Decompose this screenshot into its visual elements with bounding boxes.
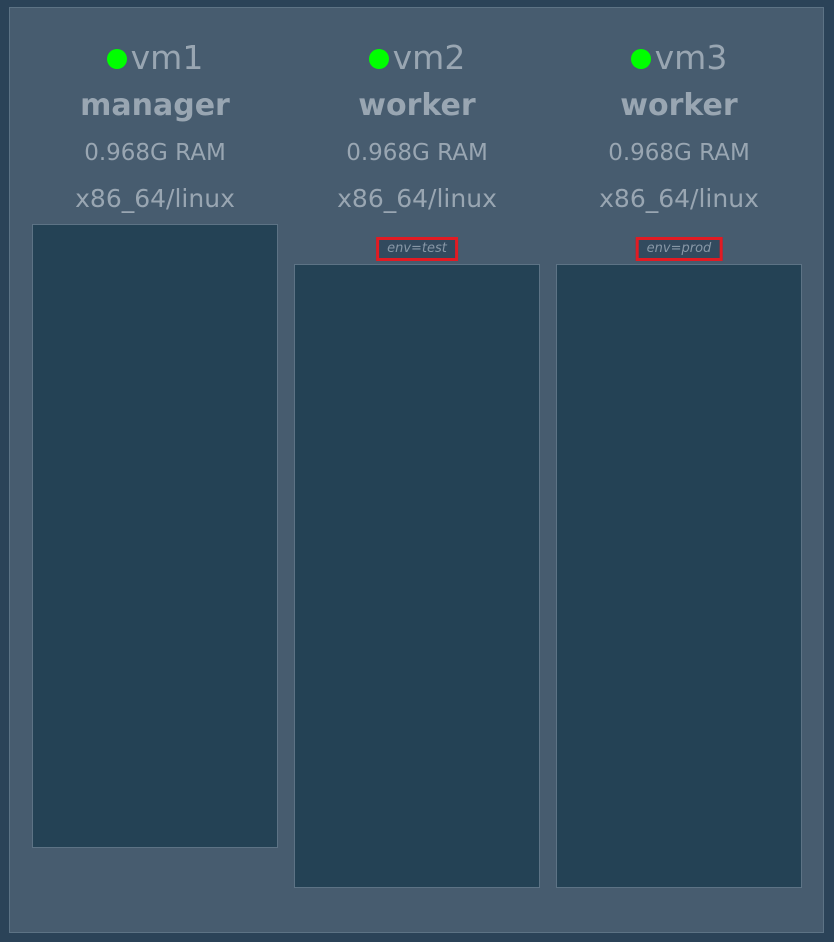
- node-platform: x86_64/linux: [337, 184, 497, 213]
- node-ram: 0.968G RAM: [84, 140, 226, 166]
- node-ram: 0.968G RAM: [608, 140, 750, 166]
- node-name: vm1: [130, 38, 204, 77]
- status-indicator-icon: [630, 48, 651, 69]
- node-platform: x86_64/linux: [75, 184, 235, 213]
- status-indicator-icon: [368, 48, 389, 69]
- node-task-area: [32, 224, 278, 848]
- node-label-badge: env=test: [376, 237, 458, 261]
- node-task-area: [294, 264, 540, 888]
- node-role: manager: [80, 88, 230, 123]
- node-platform: x86_64/linux: [599, 184, 759, 213]
- node-name: vm3: [654, 38, 728, 77]
- node-task-area: [556, 264, 802, 888]
- node-name: vm2: [392, 38, 466, 77]
- node-header: vm2: [292, 37, 542, 79]
- status-indicator-icon: [106, 48, 127, 69]
- node-label-badge: env=prod: [635, 237, 723, 261]
- node-role: worker: [620, 88, 738, 123]
- node-role: worker: [358, 88, 476, 123]
- node-ram: 0.968G RAM: [346, 140, 488, 166]
- node-header: vm1: [30, 37, 280, 79]
- node-header: vm3: [554, 37, 804, 79]
